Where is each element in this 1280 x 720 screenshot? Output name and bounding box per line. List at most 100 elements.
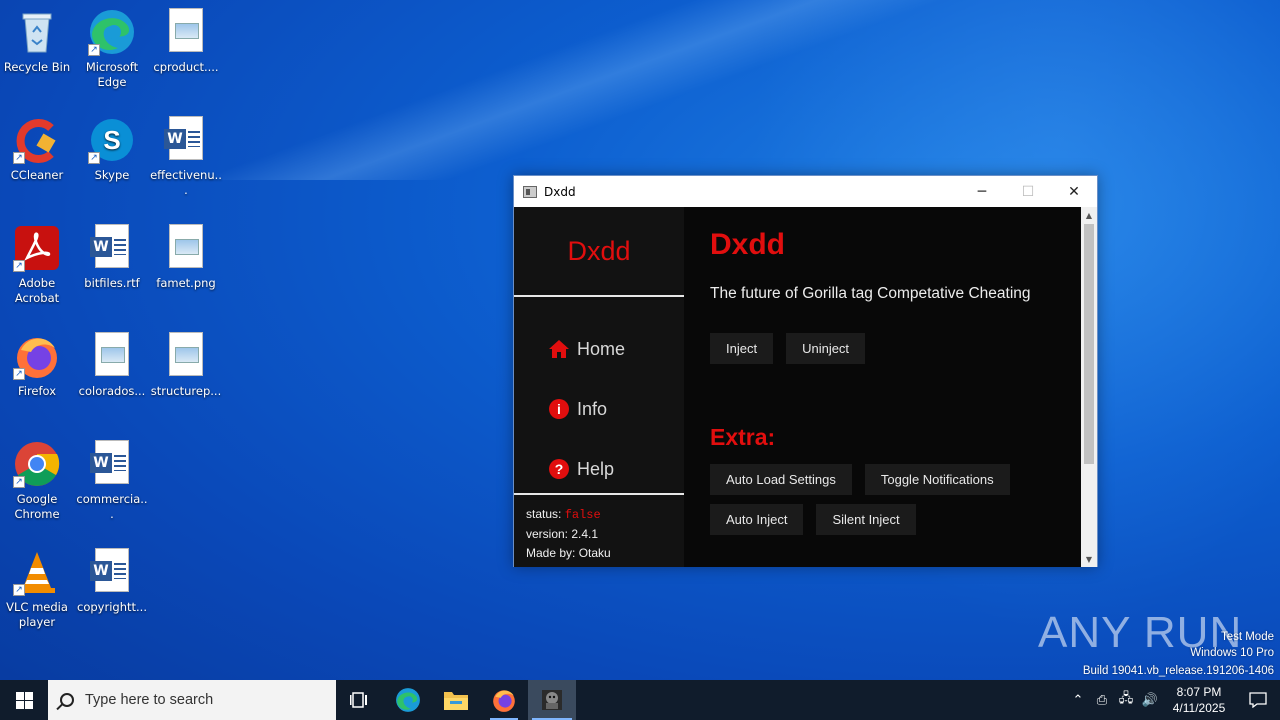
skype-icon: S ↗ [88,116,136,164]
uninject-button[interactable]: Uninject [786,333,866,364]
desktop-icon-microsoft-edge[interactable]: ↗ Microsoft Edge [76,8,148,90]
nav-info-label: Info [577,398,608,419]
window-titlebar[interactable]: Dxdd ─ ☐ ✕ [514,176,1097,207]
clock-time: 8:07 PM [1176,685,1222,699]
auto-load-settings-button[interactable]: Auto Load Settings [710,464,852,495]
taskbar: Type here to search ⌃ ⎙ 🖧 🔊 8:07 PM 4/11… [0,680,1280,720]
svg-text:S: S [103,125,120,155]
task-view-icon [350,692,367,708]
desktop-icon-colorados[interactable]: colorados... [76,332,148,399]
minimize-button[interactable]: ─ [959,176,1005,207]
desktop-icon-recycle-bin[interactable]: Recycle Bin [1,8,73,75]
recycle-bin-icon [13,8,61,56]
desktop-icon-copyrightt[interactable]: W copyrightt... [76,548,148,615]
desktop-icon-firefox[interactable]: ↗ Firefox [1,332,73,399]
desktop-icon-label: famet.png [156,276,216,290]
desktop-icon-adobe-acrobat[interactable]: ↗ Adobe Acrobat [1,224,73,306]
desktop-icon-ccleaner[interactable]: ↗ CCleaner [1,116,73,183]
author-text: Made by: Otaku [526,546,611,560]
desktop-icon-label: Google Chrome [14,492,60,521]
device-icon[interactable]: ⎙ [1090,692,1114,708]
page-title: Dxdd [710,228,785,261]
firefox-icon [493,690,515,712]
network-icon[interactable]: 🖧 [1114,689,1138,711]
test-mode-text: Test Mode [1220,631,1274,643]
status-value: false [564,508,601,522]
action-center-button[interactable] [1236,692,1280,708]
taskbar-file-explorer[interactable] [432,680,480,720]
nav-help[interactable]: ? Help [514,439,684,499]
inject-button[interactable]: Inject [710,333,774,364]
word-document-icon: W [88,440,136,488]
desktop-icon-label: effectivenu... [150,168,222,197]
nav-home[interactable]: Home [514,319,684,379]
word-document-icon: W [88,224,136,272]
nav-info[interactable]: i Info [514,379,684,439]
auto-inject-button[interactable]: Auto Inject [710,504,804,535]
folder-icon [444,692,468,710]
shortcut-arrow-icon: ↗ [13,260,25,272]
scrollbar-thumb[interactable] [1084,224,1094,464]
scroll-up-arrow-icon[interactable]: ▲ [1081,207,1097,223]
silent-inject-button[interactable]: Silent Inject [816,504,916,535]
desktop-icon-google-chrome[interactable]: ↗ Google Chrome [1,440,73,522]
app-icon [523,185,537,198]
start-button[interactable] [0,680,48,720]
desktop-icon-label: colorados... [78,384,146,398]
main-panel: Dxdd The future of Gorilla tag Competati… [684,207,1082,567]
close-button[interactable]: ✕ [1051,176,1097,207]
desktop-icon-label: Firefox [17,384,57,398]
desktop-icon-label: Microsoft Edge [85,60,139,89]
home-icon [548,338,570,360]
taskbar-edge[interactable] [384,680,432,720]
shortcut-arrow-icon: ↗ [13,152,25,164]
desktop-icon-cproduct[interactable]: cproduct.... [150,8,222,75]
desktop-icon-effectivenu[interactable]: W effectivenu... [150,116,222,198]
task-view-button[interactable] [336,680,384,720]
primary-actions: Inject Uninject [710,333,1082,364]
chrome-icon: ↗ [13,440,61,488]
desktop-icon-famet[interactable]: famet.png [150,224,222,291]
taskbar-clock[interactable]: 8:07 PM 4/11/2025 [1162,684,1236,716]
image-file-icon [88,332,136,380]
status-line: status: false [526,505,684,525]
desktop-icon-label: structurep... [150,384,222,398]
word-document-icon: W [162,116,210,164]
extra-heading: Extra: [710,424,776,450]
desktop-icon-skype[interactable]: S ↗ Skype [76,116,148,183]
desktop-icon-bitfiles[interactable]: W bitfiles.rtf [76,224,148,291]
desktop-icon-vlc[interactable]: ↗ VLC media player [1,548,73,630]
scroll-down-arrow-icon[interactable]: ▼ [1081,551,1097,567]
desktop-icon-label: Adobe Acrobat [14,276,60,305]
image-file-icon [162,332,210,380]
show-hidden-icons-chevron-icon[interactable]: ⌃ [1066,692,1090,708]
version-text: version: 2.4.1 [526,527,599,541]
status-panel: status: false version: 2.4.1 Made by: Ot… [514,495,684,563]
windows-logo-icon [15,691,33,709]
taskbar-search-box[interactable]: Type here to search [48,680,336,720]
help-icon: ? [548,458,570,480]
desktop-icon-label: Skype [94,168,130,182]
edge-icon: ↗ [88,8,136,56]
shortcut-arrow-icon: ↗ [88,44,100,56]
shortcut-arrow-icon: ↗ [13,476,25,488]
page-subtitle: The future of Gorilla tag Competative Ch… [710,285,1031,302]
volume-icon[interactable]: 🔊 [1138,692,1162,708]
image-file-icon [162,224,210,272]
toggle-notifications-button[interactable]: Toggle Notifications [864,464,1010,495]
desktop-icon-commercia[interactable]: W commercia... [76,440,148,522]
desktop-icon-label: Recycle Bin [3,60,71,74]
adobe-acrobat-icon: ↗ [13,224,61,272]
sidebar-brand: Dxdd [567,235,631,266]
firefox-icon: ↗ [13,332,61,380]
desktop-icon-structurep[interactable]: structurep... [150,332,222,399]
taskbar-dxdd-app[interactable] [528,680,576,720]
maximize-button[interactable]: ☐ [1005,176,1051,207]
dxdd-window: Dxdd ─ ☐ ✕ Dxdd Home i Info ? Help statu… [513,175,1098,567]
vertical-scrollbar[interactable]: ▲ ▼ [1081,207,1097,567]
taskbar-firefox[interactable] [480,680,528,720]
info-icon: i [548,398,570,420]
desktop-icon-label: cproduct.... [153,60,219,74]
nav-home-label: Home [577,338,626,359]
desktop-icon-label: VLC media player [6,600,68,629]
